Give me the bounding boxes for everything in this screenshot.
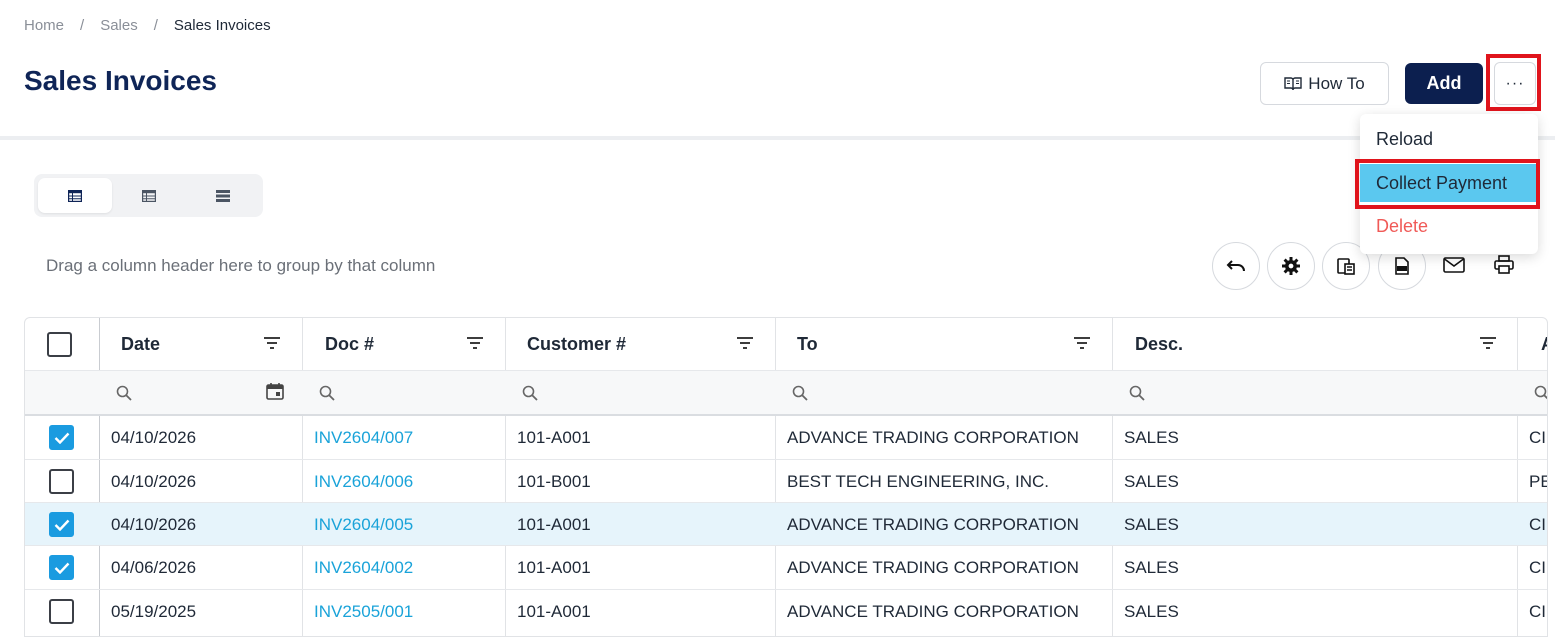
cell-desc: SALES xyxy=(1124,601,1179,621)
cell-next: CI xyxy=(1529,557,1546,577)
page-title: Sales Invoices xyxy=(24,65,218,96)
group-by-hint: Drag a column header here to group by th… xyxy=(46,256,436,275)
checkmark-icon xyxy=(54,562,69,574)
filter-icon[interactable] xyxy=(1073,336,1091,350)
cell-doc-link[interactable]: INV2604/005 xyxy=(314,503,413,546)
column-header-next[interactable]: A xyxy=(1541,318,1547,370)
breadcrumb: Home / Sales / Sales Invoices xyxy=(24,17,271,34)
table-row[interactable]: 04/06/2026 INV2604/002 101-A001 ADVANCE … xyxy=(25,546,1547,589)
how-to-label: How To xyxy=(1308,73,1365,93)
compact-view-icon xyxy=(216,189,230,202)
cell-customer: 101-B001 xyxy=(517,471,591,491)
cell-desc: SALES xyxy=(1124,557,1179,577)
select-all-checkbox[interactable] xyxy=(47,332,72,357)
table-row[interactable]: 05/19/2025 INV2505/001 101-A001 ADVANCE … xyxy=(25,590,1547,633)
cell-doc-link[interactable]: INV2604/002 xyxy=(314,546,413,589)
undo-button[interactable] xyxy=(1212,242,1260,290)
breadcrumb-separator: / xyxy=(80,17,85,34)
search-icon[interactable] xyxy=(1534,385,1548,401)
filter-icon[interactable] xyxy=(466,336,484,350)
add-button[interactable]: Add xyxy=(1405,63,1483,104)
table-row[interactable]: 04/10/2026 INV2604/007 101-A001 ADVANCE … xyxy=(25,416,1547,459)
email-button[interactable] xyxy=(1441,252,1467,278)
row-checkbox[interactable] xyxy=(49,425,74,450)
how-to-button[interactable]: How To xyxy=(1260,62,1389,105)
collect-payment-highlight xyxy=(1355,159,1540,209)
cell-date: 04/10/2026 xyxy=(111,514,197,534)
breadcrumb-home[interactable]: Home xyxy=(24,17,64,34)
cell-customer: 101-A001 xyxy=(517,514,591,534)
cell-to: ADVANCE TRADING CORPORATION xyxy=(787,427,1079,447)
filter-icon[interactable] xyxy=(736,336,754,350)
breadcrumb-sales[interactable]: Sales xyxy=(100,17,138,34)
export-sheet-icon xyxy=(1337,258,1355,275)
cell-next: CI xyxy=(1529,514,1546,534)
filter-row xyxy=(25,370,1547,415)
cell-desc: SALES xyxy=(1124,471,1179,491)
printer-icon xyxy=(1494,255,1514,274)
cell-doc-link[interactable]: INV2604/007 xyxy=(314,416,413,459)
view-compact-button[interactable] xyxy=(186,178,260,213)
row-checkbox[interactable] xyxy=(49,469,74,494)
settings-button[interactable] xyxy=(1267,242,1315,290)
cell-to: BEST TECH ENGINEERING, INC. xyxy=(787,471,1049,491)
view-mode-toggle xyxy=(34,174,263,217)
cell-doc-link[interactable]: INV2505/001 xyxy=(314,590,413,633)
menu-item-reload[interactable]: Reload xyxy=(1360,120,1538,158)
breadcrumb-separator: / xyxy=(153,17,158,34)
list-view-icon xyxy=(142,189,156,202)
view-table-button[interactable] xyxy=(38,178,112,213)
menu-item-delete[interactable]: Delete xyxy=(1360,207,1538,245)
calendar-icon[interactable] xyxy=(266,382,284,400)
table-view-icon xyxy=(68,189,82,202)
column-header-date[interactable]: Date xyxy=(121,318,160,370)
row-divider xyxy=(25,370,1547,371)
cell-doc-link[interactable]: INV2604/006 xyxy=(314,460,413,503)
search-icon[interactable] xyxy=(792,385,808,401)
table-row[interactable]: 04/10/2026 INV2604/006 101-B001 BEST TEC… xyxy=(25,460,1547,503)
cell-next: CI xyxy=(1529,601,1546,621)
row-checkbox[interactable] xyxy=(49,555,74,580)
invoices-grid: Date Doc # Customer # To Desc. A 04/10/2… xyxy=(24,317,1548,637)
search-icon[interactable] xyxy=(116,385,132,401)
cell-customer: 101-A001 xyxy=(517,427,591,447)
cell-date: 04/10/2026 xyxy=(111,427,197,447)
cell-desc: SALES xyxy=(1124,514,1179,534)
cell-date: 05/19/2025 xyxy=(111,601,197,621)
cell-date: 04/10/2026 xyxy=(111,471,197,491)
search-icon[interactable] xyxy=(1129,385,1145,401)
cell-next: PE xyxy=(1529,471,1547,491)
pdf-icon xyxy=(1395,257,1409,275)
column-header-customer[interactable]: Customer # xyxy=(527,318,626,370)
cell-customer: 101-A001 xyxy=(517,601,591,621)
breadcrumb-current: Sales Invoices xyxy=(173,17,271,34)
cell-to: ADVANCE TRADING CORPORATION xyxy=(787,557,1079,577)
search-icon[interactable] xyxy=(319,385,335,401)
book-icon xyxy=(1284,76,1302,90)
print-button[interactable] xyxy=(1491,252,1517,278)
search-icon[interactable] xyxy=(522,385,538,401)
more-actions-button[interactable]: ··· xyxy=(1494,62,1536,105)
cell-customer: 101-A001 xyxy=(517,557,591,577)
row-checkbox[interactable] xyxy=(49,512,74,537)
table-row-selected[interactable]: 04/10/2026 INV2604/005 101-A001 ADVANCE … xyxy=(25,503,1547,546)
cell-to: ADVANCE TRADING CORPORATION xyxy=(787,601,1079,621)
row-checkbox[interactable] xyxy=(49,599,74,624)
cell-next: CI xyxy=(1529,427,1546,447)
cell-to: ADVANCE TRADING CORPORATION xyxy=(787,514,1079,534)
undo-icon xyxy=(1226,260,1245,272)
checkmark-icon xyxy=(54,432,69,444)
checkmark-icon xyxy=(54,519,69,531)
filter-icon[interactable] xyxy=(1479,336,1497,350)
gear-icon xyxy=(1282,257,1300,275)
view-list-button[interactable] xyxy=(112,178,186,213)
filter-icon[interactable] xyxy=(263,336,281,350)
cell-desc: SALES xyxy=(1124,427,1179,447)
column-header-doc[interactable]: Doc # xyxy=(325,318,374,370)
column-header-desc[interactable]: Desc. xyxy=(1135,318,1183,370)
mail-icon xyxy=(1443,257,1465,273)
column-header-to[interactable]: To xyxy=(797,318,818,370)
cell-date: 04/06/2026 xyxy=(111,557,197,577)
header-divider xyxy=(0,136,1555,140)
